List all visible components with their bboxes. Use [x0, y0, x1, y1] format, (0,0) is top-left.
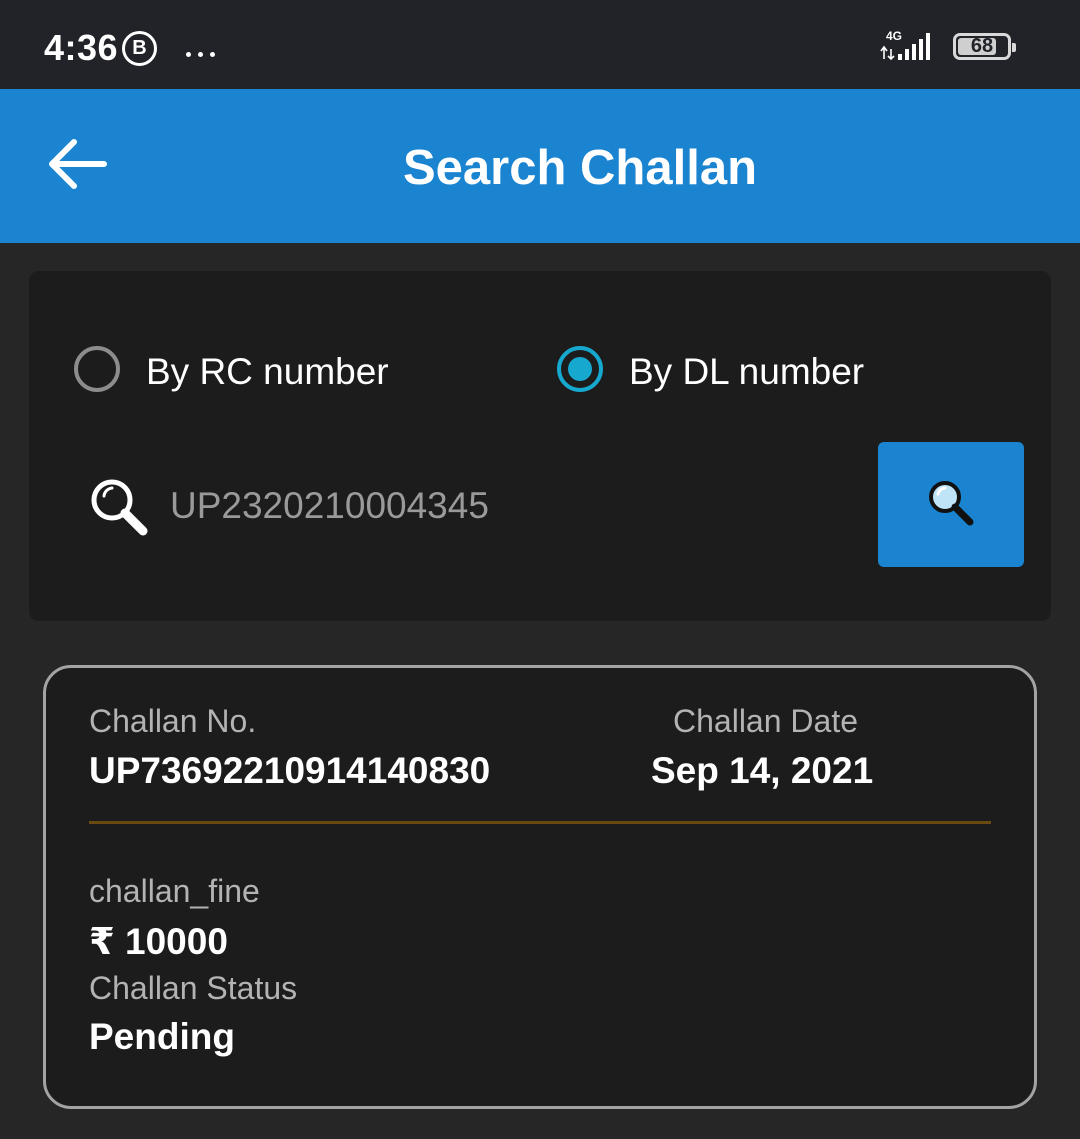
dl-number-input[interactable]: [170, 478, 850, 534]
battery-level: 68: [970, 35, 994, 57]
divider: [89, 821, 991, 824]
radio-by-rc-number[interactable]: [74, 346, 120, 392]
fine-label: challan_fine: [89, 873, 260, 909]
radio-label-dl[interactable]: By DL number: [629, 351, 864, 393]
status-bar: 4:36 B 4G 68: [0, 0, 1080, 89]
status-time: 4:36: [44, 27, 119, 68]
radio-label-rc[interactable]: By RC number: [146, 351, 389, 393]
magnifier-icon: [929, 481, 974, 526]
status-value: Pending: [89, 1016, 235, 1057]
network-type-label: 4G: [886, 29, 902, 43]
challan-no-value: UP73692210914140830: [89, 750, 491, 791]
status-label: Challan Status: [89, 970, 298, 1006]
page-title: Search Challan: [402, 141, 758, 195]
notification-b-icon: B: [122, 31, 157, 66]
radio-by-dl-number[interactable]: [557, 346, 603, 392]
challan-date-label: Challan Date: [673, 703, 858, 739]
battery-icon: 68: [953, 33, 1016, 60]
search-icon: [91, 479, 148, 536]
challan-date-value: Sep 14, 2021: [651, 750, 874, 791]
search-button[interactable]: [878, 442, 1024, 567]
more-notifications-icon: [186, 44, 222, 62]
fine-value: ₹ 10000: [89, 921, 228, 962]
challan-no-label: Challan No.: [89, 703, 257, 739]
signal-icon: 4G: [880, 29, 930, 61]
